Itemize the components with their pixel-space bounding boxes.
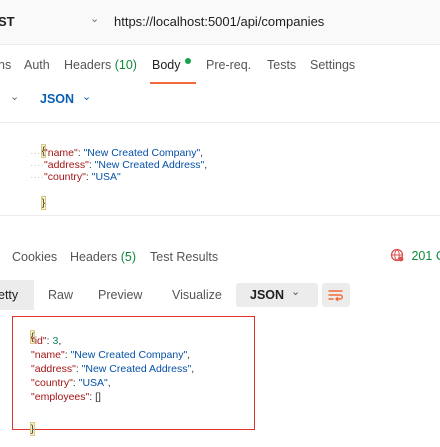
chevron-down-icon[interactable]: ⌄ xyxy=(82,90,91,103)
tab-headers-label: Headers xyxy=(64,58,112,72)
chevron-down-icon[interactable]: ⌄ xyxy=(291,285,300,298)
url-input[interactable]: https://localhost:5001/api/companies xyxy=(114,14,324,29)
response-toolbar: etty Raw Preview Visualize JSON ⌄ xyxy=(0,280,440,310)
body-format-select[interactable]: JSON xyxy=(40,92,74,106)
code-line: "country": "USA", xyxy=(31,377,111,389)
active-tab-indicator xyxy=(150,82,196,84)
code-line: ····"country": "USA" xyxy=(30,171,121,183)
code-line: "address": "New Created Address", xyxy=(31,363,195,375)
code-line: ····"address": "New Created Address", xyxy=(30,159,208,171)
code-line: "employees": [] xyxy=(31,391,101,403)
code-line: ····"name": "New Created Company", xyxy=(30,147,204,159)
response-body-highlight: { "id": 3, "name": "New Created Company"… xyxy=(12,316,255,436)
close-brace: } xyxy=(29,422,36,436)
request-body-editor[interactable]: { ····"name": "New Created Company", ···… xyxy=(0,122,440,216)
tab-visualize[interactable]: Visualize xyxy=(172,288,222,302)
status-code: 201 C xyxy=(411,249,440,263)
code-line: "id": 3, xyxy=(31,335,62,347)
tab-settings[interactable]: Settings xyxy=(310,58,355,72)
tab-body-label: Body xyxy=(152,58,181,72)
tab-pretty[interactable]: etty xyxy=(0,288,18,302)
chevron-down-icon[interactable]: ⌄ xyxy=(10,90,19,103)
globe-icon[interactable] xyxy=(390,248,404,262)
tab-response-headers-count: (5) xyxy=(120,250,137,264)
tab-auth[interactable]: Auth xyxy=(24,58,50,72)
code-line: } xyxy=(30,185,47,221)
tab-tests[interactable]: Tests xyxy=(267,58,296,72)
tab-raw[interactable]: Raw xyxy=(48,288,73,302)
tab-params[interactable]: ns xyxy=(0,58,11,72)
tab-response-headers-label: Headers xyxy=(70,250,118,264)
url-bar: ST ⌄ https://localhost:5001/api/companie… xyxy=(0,0,440,45)
tab-preview[interactable]: Preview xyxy=(98,288,142,302)
chevron-down-icon[interactable]: ⌄ xyxy=(90,12,99,25)
close-brace: } xyxy=(40,196,47,210)
tab-test-results[interactable]: Test Results xyxy=(150,250,218,264)
status-indicator: 201 C xyxy=(390,248,440,263)
modified-dot-icon xyxy=(184,58,191,64)
code-line: "name": "New Created Company", xyxy=(31,349,191,361)
tab-body[interactable]: Body xyxy=(152,58,191,72)
method-selector[interactable]: ST xyxy=(0,14,15,29)
tab-headers[interactable]: Headers (10) xyxy=(64,58,137,72)
tab-cookies[interactable]: Cookies xyxy=(12,250,57,264)
tab-response-headers[interactable]: Headers (5) xyxy=(70,250,136,264)
tab-headers-count: (10) xyxy=(114,58,137,72)
code-line: } xyxy=(19,411,36,447)
tab-prereq[interactable]: Pre-req. xyxy=(206,58,251,72)
response-format-select[interactable]: JSON xyxy=(250,288,284,302)
